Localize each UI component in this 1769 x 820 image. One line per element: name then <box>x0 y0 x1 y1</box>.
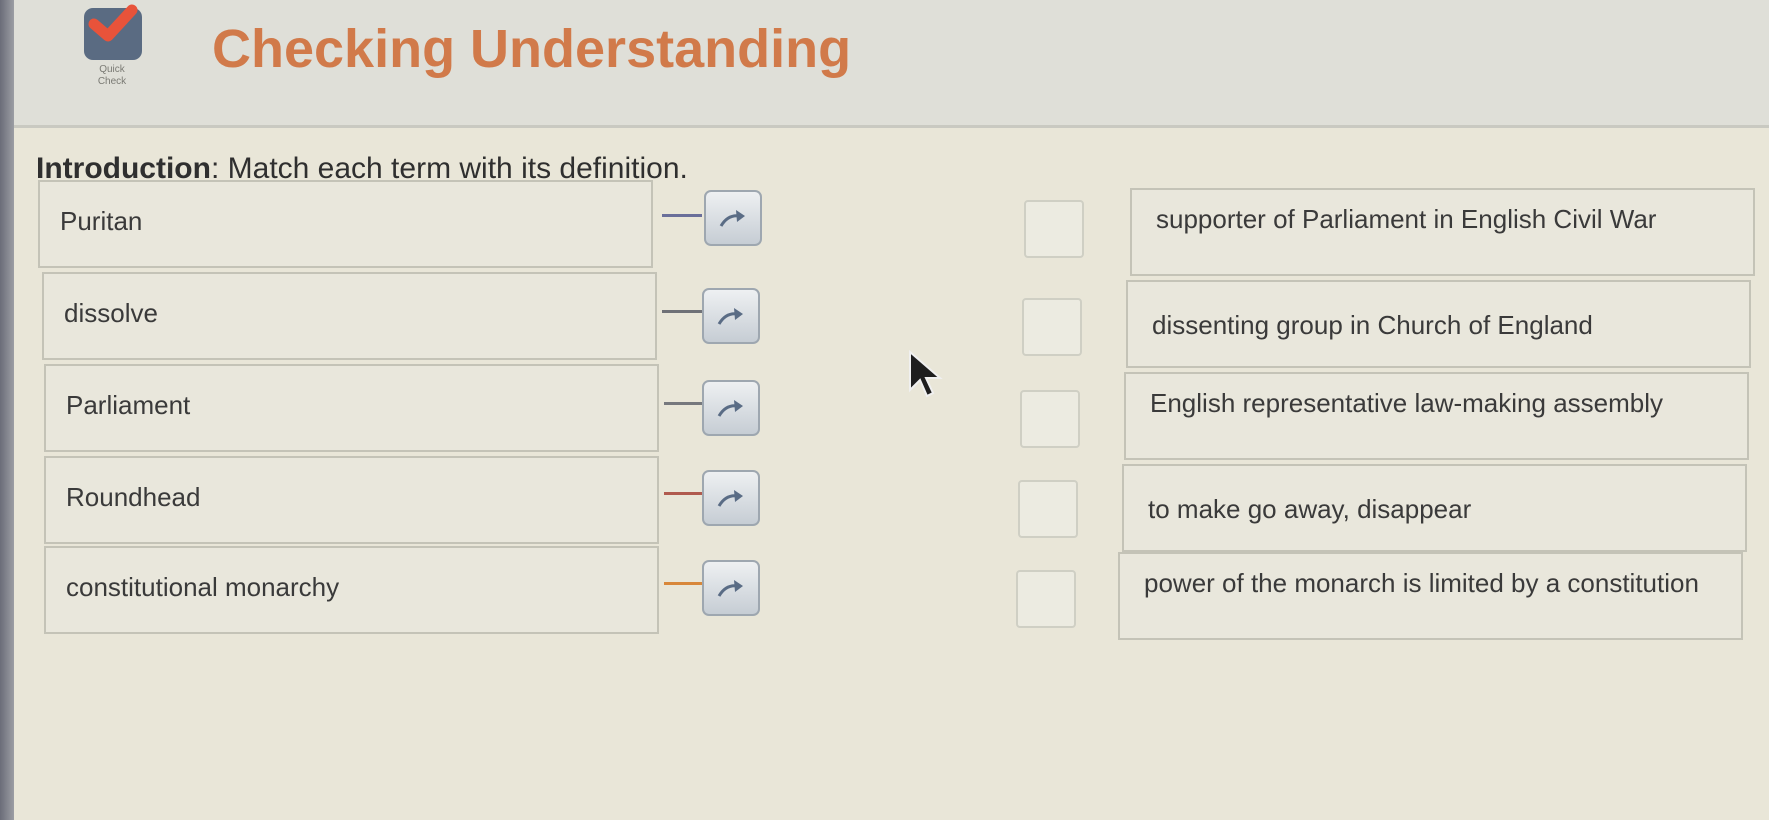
term-label: Roundhead <box>66 482 201 512</box>
logo-text-line1: Quick <box>99 64 125 75</box>
logo-text-line2: Check <box>97 76 127 87</box>
answer-drop-slot[interactable] <box>1022 298 1082 356</box>
curved-arrow-icon <box>717 580 743 597</box>
quick-check-logo: Quick Check <box>74 4 154 108</box>
term-connector <box>664 402 704 405</box>
page-title: Checking Understanding <box>212 19 852 79</box>
checkmark-icon <box>84 4 142 60</box>
activity-area: Introduction: Match each term with its d… <box>14 128 1769 820</box>
curved-arrow-icon <box>719 210 745 227</box>
match-arrow-button[interactable] <box>702 470 760 526</box>
definition-text: supporter of Parliament in English Civil… <box>1156 204 1657 234</box>
definition-text: English representative law-making assemb… <box>1150 388 1664 418</box>
definition-text: to make go away, disappear <box>1148 494 1472 524</box>
definition-item[interactable]: power of the monarch is limited by a con… <box>1118 552 1743 640</box>
answer-drop-slot[interactable] <box>1016 570 1076 628</box>
definition-item[interactable]: supporter of Parliament in English Civil… <box>1130 188 1755 276</box>
term-label: Puritan <box>60 206 143 236</box>
term-connector <box>664 492 704 495</box>
definition-item[interactable]: to make go away, disappear <box>1122 464 1747 552</box>
term-connector <box>662 310 702 313</box>
answer-drop-slot[interactable] <box>1020 390 1080 448</box>
term-item[interactable]: Parliament <box>44 364 659 452</box>
window-left-edge <box>0 0 14 820</box>
match-arrow-button[interactable] <box>704 190 762 246</box>
definition-item[interactable]: English representative law-making assemb… <box>1124 372 1749 460</box>
term-item[interactable]: Puritan <box>38 180 653 268</box>
term-connector <box>664 582 704 585</box>
term-item[interactable]: dissolve <box>42 272 657 360</box>
mouse-pointer-icon <box>909 350 943 398</box>
page-header: Quick Check Checking Understanding <box>14 0 1769 128</box>
definition-text: power of the monarch is limited by a con… <box>1144 568 1699 598</box>
match-arrow-button[interactable] <box>702 288 760 344</box>
curved-arrow-icon <box>717 490 743 507</box>
definition-item[interactable]: dissenting group in Church of England <box>1126 280 1751 368</box>
term-label: Parliament <box>66 390 191 420</box>
term-item[interactable]: constitutional monarchy <box>44 546 659 634</box>
curved-arrow-icon <box>717 400 743 417</box>
term-item[interactable]: Roundhead <box>44 456 659 544</box>
logo-text: Quick Check <box>80 64 144 88</box>
match-arrow-button[interactable] <box>702 560 760 616</box>
match-arrow-button[interactable] <box>702 380 760 436</box>
answer-drop-slot[interactable] <box>1018 480 1078 538</box>
answer-drop-slot[interactable] <box>1024 200 1084 258</box>
curved-arrow-icon <box>717 308 743 325</box>
term-connector <box>662 214 702 217</box>
term-label: constitutional monarchy <box>66 572 340 602</box>
definition-text: dissenting group in Church of England <box>1152 310 1593 340</box>
term-label: dissolve <box>64 298 158 328</box>
